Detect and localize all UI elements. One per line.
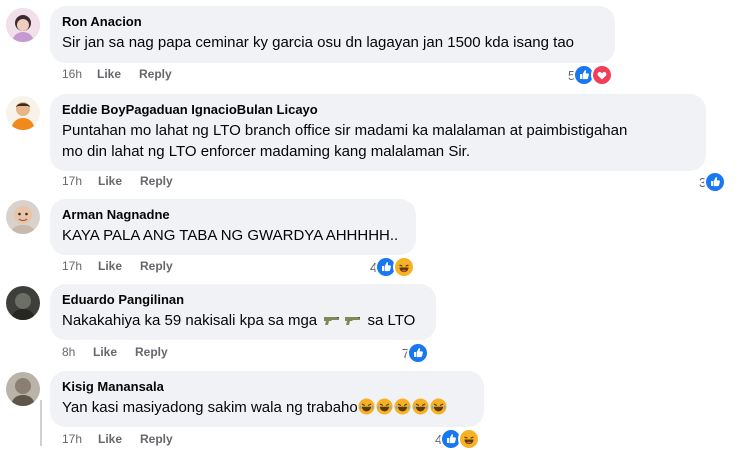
comment-actions: 16h Like Reply [62,67,172,81]
thread-line [40,400,42,446]
love-icon [591,64,614,86]
comment-text: KAYA PALA ANG TABA NG GWARDYA AHHHHH.. [62,227,399,244]
avatar[interactable] [6,8,40,42]
comment-timestamp[interactable]: 17h [62,432,98,446]
comment-bubble: Kisig Manansala Yan kasi masiyadong saki… [50,371,484,427]
comment-timestamp[interactable]: 16h [62,67,97,81]
comment-bubble: Eduardo Pangilinan Nakakahiya ka 59 naki… [50,284,436,340]
like-button[interactable]: Like [98,432,140,446]
reply-button[interactable]: Reply [140,259,173,273]
reaction-summary[interactable]: 3 [699,171,727,193]
reaction-summary[interactable]: 7 [402,342,430,364]
comment-text-end: sa LTO [367,312,416,329]
reaction-summary[interactable]: 4 [370,256,416,278]
comment-author[interactable]: Ron Anacion [62,14,603,30]
gun-icon [323,314,340,326]
avatar[interactable] [6,372,40,406]
like-button[interactable]: Like [98,174,140,188]
comment-author[interactable]: Eduardo Pangilinan [62,292,424,308]
comment-text-line: Puntahan mo lahat ng LTO branch office s… [62,122,628,139]
reaction-summary[interactable]: 4 [435,428,481,450]
laughing-emoji-icon [376,398,393,415]
comment-text-line: mo din lahat ng LTO enforcer madaming ka… [62,143,470,160]
comment-actions: 17h Like Reply [62,259,173,273]
comment-author[interactable]: Arman Nagnadne [62,207,404,223]
like-button[interactable]: Like [98,259,140,273]
reply-button[interactable]: Reply [135,345,168,359]
avatar[interactable] [6,286,40,320]
like-button[interactable]: Like [97,67,139,81]
reply-button[interactable]: Reply [140,174,173,188]
haha-icon [458,428,481,450]
comment-text: Nakakahiya ka 59 nakisali kpa sa mga sa … [62,310,424,331]
laughing-emoji-icon [430,398,447,415]
laughing-emoji-icon [394,398,411,415]
laughing-emoji-icon [412,398,429,415]
comment-bubble: Ron Anacion Sir jan sa nag papa ceminar … [50,6,615,63]
comment-actions: 8h Like Reply [62,345,168,359]
reaction-summary[interactable]: 5 [568,64,614,86]
comment-text: Sir jan sa nag papa ceminar ky garcia os… [62,34,574,51]
like-icon [704,171,727,193]
avatar[interactable] [6,96,40,130]
gun-icon [344,314,361,326]
comment-timestamp[interactable]: 8h [62,345,93,359]
comment-timestamp[interactable]: 17h [62,174,98,188]
haha-icon [393,256,416,278]
comment-text-body: Yan kasi masiyadong sakim wala ng trabah… [62,399,358,416]
comment-timestamp[interactable]: 17h [62,259,98,273]
comment-bubble: Arman Nagnadne KAYA PALA ANG TABA NG GWA… [50,199,416,255]
comment-author[interactable]: Eddie BoyPagaduan IgnacioBulan Licayo [62,102,694,118]
comment-actions: 17h Like Reply [62,432,173,446]
avatar[interactable] [6,200,40,234]
reply-button[interactable]: Reply [139,67,172,81]
reply-button[interactable]: Reply [140,432,173,446]
comment-bubble: Eddie BoyPagaduan IgnacioBulan Licayo Pu… [50,94,706,171]
comment-author[interactable]: Kisig Manansala [62,379,472,395]
comment-text: Puntahan mo lahat ng LTO branch office s… [62,120,694,162]
comment-text: Yan kasi masiyadong sakim wala ng trabah… [62,397,472,418]
like-icon [407,342,430,364]
laughing-emoji-icon [358,398,375,415]
comment-text-start: Nakakahiya ka 59 nakisali kpa sa mga [62,312,318,329]
like-button[interactable]: Like [93,345,135,359]
comment-actions: 17h Like Reply [62,174,173,188]
